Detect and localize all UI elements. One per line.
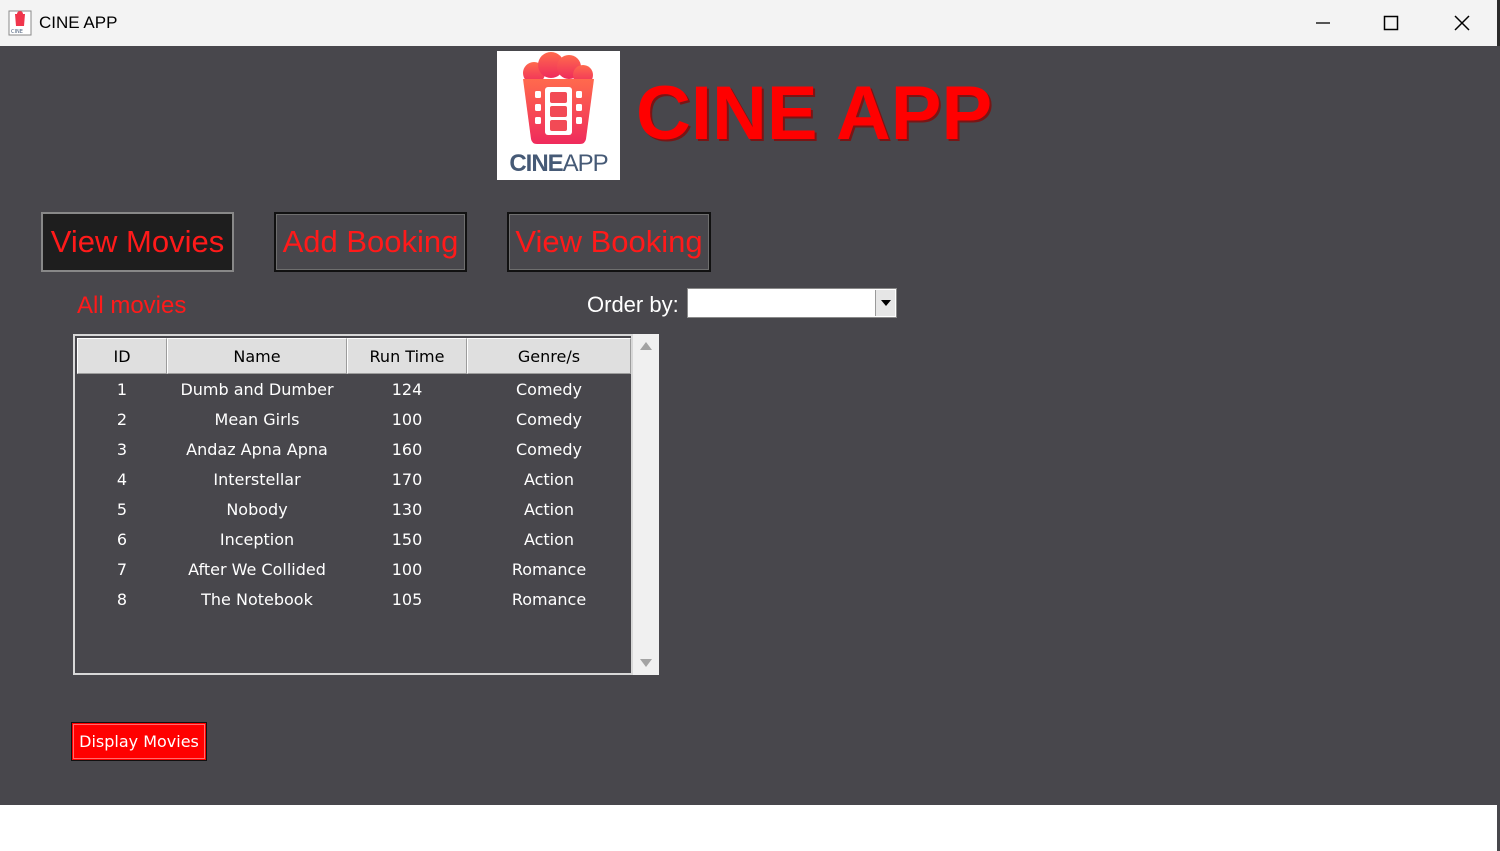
minimize-button[interactable] <box>1288 0 1358 46</box>
cell-name: Andaz Apna Apna <box>186 440 328 459</box>
cell-name: Nobody <box>226 500 288 519</box>
section-title: All movies <box>77 292 187 319</box>
table-row[interactable]: 2 Mean Girls 100 Comedy <box>77 406 631 436</box>
cell-name: Inception <box>219 530 295 549</box>
logo-wordmark: CINEAPP <box>509 150 608 177</box>
window-title: CINE APP <box>39 13 118 32</box>
table-row[interactable]: 6 Inception 150 Action <box>77 526 631 556</box>
cell-runtime: 170 <box>391 470 423 489</box>
cell-genre: Comedy <box>515 440 582 459</box>
cell-runtime: 100 <box>391 410 423 429</box>
chevron-down-icon <box>881 300 891 306</box>
cell-genre: Action <box>523 470 575 489</box>
close-icon <box>1454 15 1470 31</box>
cell-name: Interstellar <box>213 470 301 489</box>
table-row[interactable]: 5 Nobody 130 Action <box>77 496 631 526</box>
cell-runtime: 150 <box>391 530 423 549</box>
cell-id: 8 <box>116 590 128 609</box>
cell-id: 6 <box>116 530 128 549</box>
app-heading: CINE APP <box>636 71 993 156</box>
app-icon: CINE <box>8 10 32 36</box>
cell-id: 4 <box>116 470 128 489</box>
view-movies-button[interactable]: View Movies <box>41 212 234 272</box>
column-header-genre[interactable]: Genre/s <box>467 338 631 374</box>
table-row[interactable]: 8 The Notebook 105 Romance <box>77 586 631 616</box>
table-row[interactable]: 1 Dumb and Dumber 124 Comedy <box>77 376 631 406</box>
cell-id: 5 <box>116 500 128 519</box>
cell-id: 7 <box>116 560 128 579</box>
svg-text:CINE: CINE <box>11 29 23 35</box>
dropdown-arrow-button[interactable] <box>875 290 895 316</box>
cell-id: 2 <box>116 410 128 429</box>
order-by-dropdown[interactable] <box>687 288 897 318</box>
cell-genre: Action <box>523 530 575 549</box>
order-by-label: Order by: <box>587 292 679 317</box>
cell-runtime: 160 <box>391 440 423 459</box>
cell-genre: Romance <box>511 590 587 609</box>
display-movies-button[interactable]: Display Movies <box>71 722 207 761</box>
table-scrollbar[interactable] <box>633 334 659 675</box>
cell-id: 3 <box>116 440 128 459</box>
table-row[interactable]: 4 Interstellar 170 Action <box>77 466 631 496</box>
view-booking-button[interactable]: View Booking <box>507 212 711 272</box>
cell-name: Dumb and Dumber <box>180 380 334 399</box>
table-row[interactable]: 3 Andaz Apna Apna 160 Comedy <box>77 436 631 466</box>
maximize-icon <box>1383 15 1399 31</box>
column-header-id[interactable]: ID <box>77 338 167 374</box>
cell-genre: Comedy <box>515 380 582 399</box>
add-booking-button[interactable]: Add Booking <box>274 212 467 272</box>
cell-genre: Comedy <box>515 410 582 429</box>
cell-runtime: 124 <box>391 380 423 399</box>
window-titlebar: CINE CINE APP <box>0 0 1500 46</box>
minimize-icon <box>1316 22 1330 24</box>
table-row[interactable]: 7 After We Collided 100 Romance <box>77 556 631 586</box>
cell-genre: Action <box>523 500 575 519</box>
cell-name: After We Collided <box>188 560 326 579</box>
maximize-button[interactable] <box>1356 0 1426 46</box>
cell-runtime: 105 <box>391 590 423 609</box>
scroll-up-arrow-icon[interactable] <box>640 342 652 350</box>
cell-runtime: 100 <box>391 560 423 579</box>
cell-id: 1 <box>116 380 128 399</box>
scroll-down-arrow-icon[interactable] <box>640 659 652 667</box>
movies-table: ID Name Run Time Genre/s 1 Dumb and Dumb… <box>73 334 633 675</box>
close-button[interactable] <box>1427 0 1497 46</box>
cell-name: The Notebook <box>201 590 313 609</box>
popcorn-film-icon <box>523 52 594 144</box>
column-header-runtime[interactable]: Run Time <box>347 338 467 374</box>
app-logo: CINEAPP <box>497 51 620 180</box>
cell-name: Mean Girls <box>214 410 300 429</box>
cell-genre: Romance <box>511 560 587 579</box>
cell-runtime: 130 <box>391 500 423 519</box>
column-header-name[interactable]: Name <box>167 338 347 374</box>
